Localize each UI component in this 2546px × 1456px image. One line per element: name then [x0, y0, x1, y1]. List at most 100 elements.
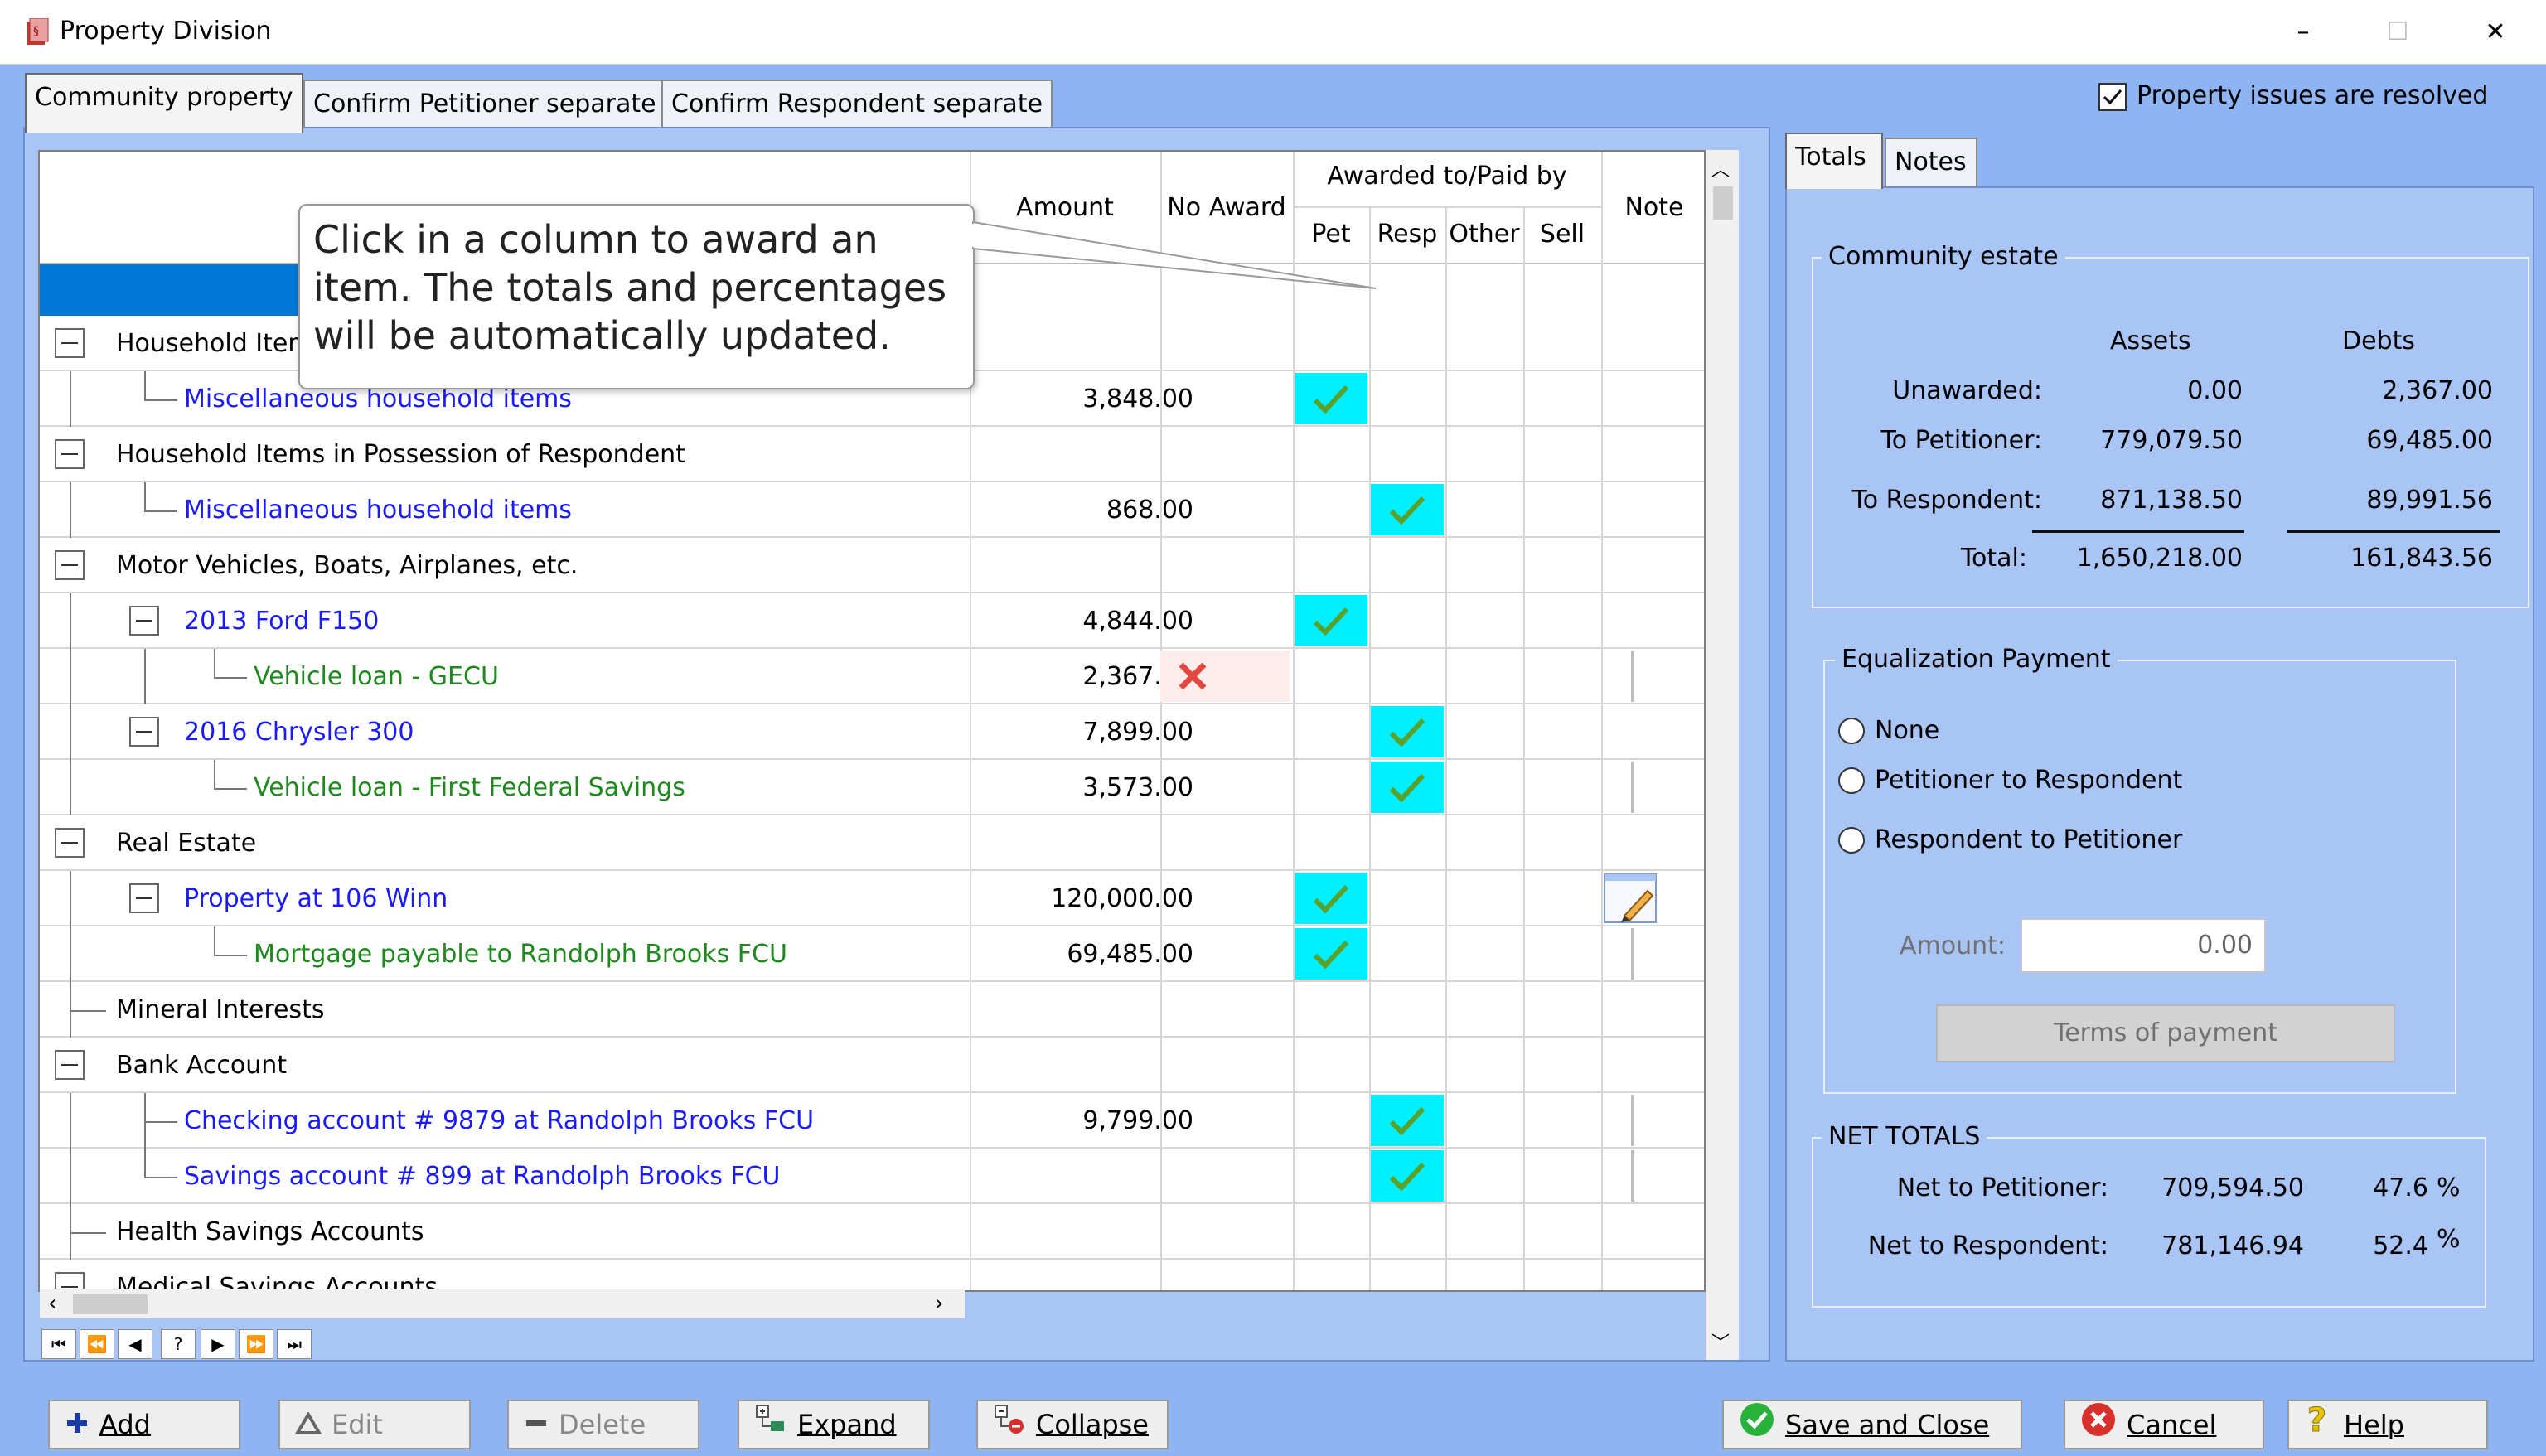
item-link[interactable]: Vehicle loan - GECU: [254, 649, 499, 704]
tree-line: [144, 371, 146, 399]
table-row[interactable]: Miscellaneous household items 868.00: [40, 482, 1704, 538]
tree-line: [70, 1010, 106, 1012]
edit-button[interactable]: Edit: [278, 1400, 471, 1449]
award-pet-cell[interactable]: [1295, 928, 1367, 980]
scroll-left-icon[interactable]: ‹: [48, 1291, 56, 1316]
prev-record-icon[interactable]: ◀: [118, 1329, 152, 1359]
vertical-scrollbar[interactable]: ︿ ﹀: [1706, 150, 1739, 1360]
debts-total-rule: [2287, 530, 2500, 533]
item-link[interactable]: Miscellaneous household items: [184, 482, 572, 538]
table-row[interactable]: Vehicle loan - GECU 2,367.00: [40, 649, 1704, 704]
item-link[interactable]: Property at 106 Winn: [184, 871, 448, 926]
maximize-button[interactable]: ☐: [2360, 12, 2435, 53]
no-award-header: No Award: [1167, 193, 1286, 222]
award-resp-cell[interactable]: [1371, 706, 1444, 757]
tab-confirm-petitioner-separate[interactable]: Confirm Petitioner separate: [303, 80, 666, 133]
sell-header[interactable]: Sell: [1523, 220, 1601, 249]
scroll-right-icon[interactable]: ›: [935, 1291, 943, 1316]
last-record-icon[interactable]: ⏭: [277, 1329, 312, 1359]
scroll-thumb[interactable]: [1713, 186, 1733, 220]
table-row[interactable]: 2016 Chrysler 300 7,899.00: [40, 704, 1704, 760]
collapse-toggle[interactable]: [129, 883, 159, 913]
total-debts: 161,843.56: [2350, 544, 2493, 573]
item-link[interactable]: Vehicle loan - First Federal Savings: [254, 760, 685, 815]
tab-confirm-respondent-separate[interactable]: Confirm Respondent separate: [661, 80, 1053, 133]
checkmark-icon: [1389, 718, 1425, 747]
category-label: Motor Vehicles, Boats, Airplanes, etc.: [116, 551, 578, 580]
table-row[interactable]: 2013 Ford F150 4,844.00: [40, 593, 1704, 649]
amount-cell: 868.00: [1106, 496, 1193, 525]
award-resp-cell[interactable]: [1371, 762, 1444, 813]
minimize-button[interactable]: –: [2266, 12, 2340, 53]
award-pet-cell[interactable]: [1295, 873, 1367, 924]
prev-page-icon[interactable]: ⏪: [80, 1329, 114, 1359]
note-indicator: [1631, 928, 1634, 980]
collapse-toggle[interactable]: [55, 1050, 85, 1080]
item-link[interactable]: Checking account # 9879 at Randolph Broo…: [184, 1093, 814, 1149]
first-record-icon[interactable]: ⏮: [41, 1329, 76, 1359]
table-row[interactable]: Motor Vehicles, Boats, Airplanes, etc.: [40, 538, 1704, 593]
resolved-checkbox[interactable]: [2098, 83, 2127, 111]
help-button[interactable]: ? Help: [2287, 1400, 2488, 1449]
table-row[interactable]: Household Items in Possession of Respond…: [40, 427, 1704, 482]
tab-community-property[interactable]: Community property: [25, 73, 303, 133]
cancel-button[interactable]: Cancel: [2064, 1400, 2264, 1449]
table-row[interactable]: Medical Savings Accounts: [40, 1260, 1704, 1290]
help-nav-icon[interactable]: ?: [161, 1329, 196, 1359]
radio-none[interactable]: [1838, 718, 1865, 744]
table-row[interactable]: Checking account # 9879 at Randolph Broo…: [40, 1093, 1704, 1149]
award-resp-cell[interactable]: [1371, 1150, 1444, 1202]
table-row[interactable]: Mortgage payable to Randolph Brooks FCU …: [40, 926, 1704, 982]
item-link[interactable]: 2013 Ford F150: [184, 593, 379, 649]
other-header[interactable]: Other: [1445, 220, 1523, 249]
table-row[interactable]: Mineral Interests: [40, 982, 1704, 1038]
collapse-toggle[interactable]: [55, 439, 85, 469]
no-award-cell[interactable]: [1160, 651, 1290, 702]
expand-button[interactable]: Expand: [738, 1400, 930, 1449]
checkmark-icon: [1313, 385, 1349, 414]
svg-text:?: ?: [2307, 1401, 2326, 1438]
close-button[interactable]: ✕: [2458, 12, 2533, 53]
table-row[interactable]: Health Savings Accounts: [40, 1204, 1704, 1260]
save-and-close-button[interactable]: Save and Close: [1722, 1400, 2022, 1449]
award-pet-cell[interactable]: [1295, 595, 1367, 646]
collapse-toggle[interactable]: [55, 550, 85, 580]
scroll-up-icon[interactable]: ︿: [1711, 155, 1730, 181]
scroll-thumb[interactable]: [73, 1294, 148, 1314]
collapse-toggle[interactable]: [55, 828, 85, 858]
tree-line: [214, 649, 215, 677]
tree-line: [144, 510, 177, 512]
scroll-down-icon[interactable]: ﹀: [1711, 1328, 1730, 1355]
radio-resp-to-pet[interactable]: [1838, 827, 1865, 854]
award-resp-cell[interactable]: [1371, 1095, 1444, 1146]
terms-of-payment-button[interactable]: Terms of payment: [1936, 1004, 2395, 1062]
note-edit-icon[interactable]: [1603, 873, 1661, 924]
table-row[interactable]: Real Estate: [40, 815, 1704, 871]
next-page-icon[interactable]: ⏩: [239, 1329, 273, 1359]
net-petitioner-pct: 47.6: [2373, 1173, 2428, 1202]
delete-button[interactable]: Delete: [507, 1400, 699, 1449]
next-record-icon[interactable]: ▶: [201, 1329, 235, 1359]
tab-notes[interactable]: Notes: [1885, 138, 1977, 191]
award-pet-cell[interactable]: [1295, 373, 1367, 424]
add-button[interactable]: Add: [48, 1400, 240, 1449]
item-link[interactable]: Savings account # 899 at Randolph Brooks…: [184, 1149, 781, 1204]
tab-totals[interactable]: Totals: [1785, 133, 1883, 189]
collapse-button[interactable]: Collapse: [976, 1400, 1169, 1449]
table-row[interactable]: Property at 106 Winn 120,000.00: [40, 871, 1704, 926]
award-resp-cell[interactable]: [1371, 484, 1444, 535]
item-link[interactable]: Mortgage payable to Randolph Brooks FCU: [254, 926, 787, 982]
collapse-toggle[interactable]: [129, 717, 159, 747]
collapse-toggle[interactable]: [55, 328, 85, 358]
tree-line: [70, 1232, 106, 1234]
table-row[interactable]: Vehicle loan - First Federal Savings 3,5…: [40, 760, 1704, 815]
amount-input[interactable]: 0.00: [2021, 918, 2266, 973]
radio-pet-to-resp[interactable]: [1838, 767, 1865, 794]
selected-row-highlight: [40, 264, 300, 316]
horizontal-scrollbar[interactable]: ‹ ›: [40, 1289, 965, 1318]
item-link[interactable]: 2016 Chrysler 300: [184, 704, 414, 760]
table-row[interactable]: Savings account # 899 at Randolph Brooks…: [40, 1149, 1704, 1204]
table-row[interactable]: Bank Account: [40, 1038, 1704, 1093]
minus-icon: [524, 1403, 549, 1449]
collapse-toggle[interactable]: [129, 606, 159, 636]
